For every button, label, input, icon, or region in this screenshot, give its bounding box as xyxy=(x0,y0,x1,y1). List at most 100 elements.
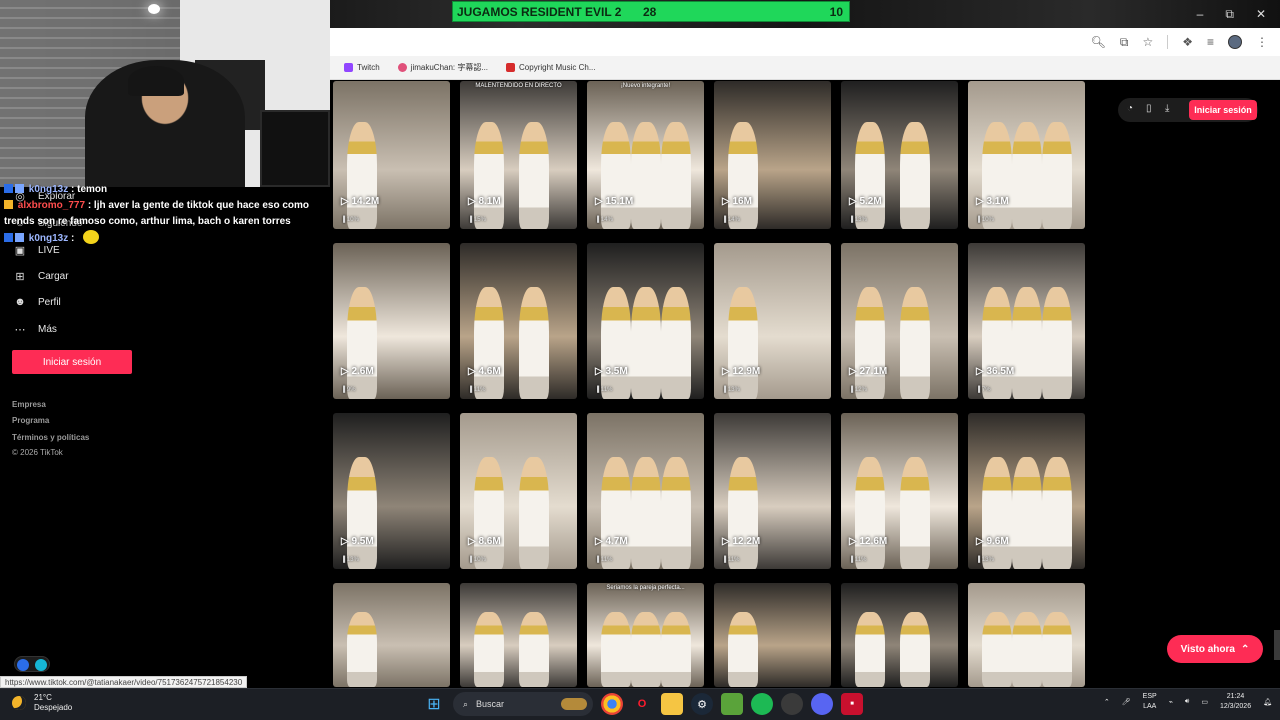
video-tile[interactable]: MALENTENDIDO EN DIRECTO ▷ 8.1M ▐ 15% xyxy=(460,81,577,229)
sidebar-item-label: Perfil xyxy=(38,296,61,308)
stream-widget-toggle[interactable] xyxy=(14,656,50,672)
gauge-icon[interactable]: ◔ xyxy=(1127,103,1133,114)
chat-username: k0ng13z xyxy=(28,233,69,244)
engagement-percent: ▐ 11% xyxy=(468,387,486,393)
person-figure xyxy=(900,612,930,687)
taskbar-search[interactable]: ⌕ Buscar xyxy=(453,692,593,716)
video-tile[interactable] xyxy=(333,583,450,687)
weather-widget[interactable]: 21°C Despejado xyxy=(12,693,72,713)
monitor xyxy=(260,110,330,187)
video-grid: ▷ 14.2M ▐ 10% MALENTENDIDO EN DIRECTO ▷ 8.1… xyxy=(333,81,1093,687)
sidebar-item-perfil[interactable]: ☻ Perfil xyxy=(14,296,61,308)
download-icon[interactable]: ⤓ xyxy=(1165,103,1169,114)
video-tile[interactable]: ▷ 27.1M ▐ 12% xyxy=(841,243,958,399)
close-button[interactable]: ✕ xyxy=(1256,7,1266,21)
notification-bell-icon[interactable]: 🔔︎ xyxy=(1263,698,1272,706)
bookmark-label: Copyright Music Ch... xyxy=(519,63,596,72)
video-tile[interactable]: ▷ 9.6M ▐ 13% xyxy=(968,413,1085,569)
reading-list-icon[interactable]: ≡ xyxy=(1207,35,1214,49)
wifi-icon[interactable]: ⌁ xyxy=(1169,698,1173,706)
install-app-icon[interactable]: ⧉ xyxy=(1120,35,1129,50)
header-login-button[interactable]: Iniciar sesión xyxy=(1189,100,1257,120)
video-tile[interactable] xyxy=(841,583,958,687)
engagement-percent: ▐ 10% xyxy=(468,557,486,563)
battery-icon[interactable]: ▭ xyxy=(1201,698,1208,706)
phone-icon[interactable]: ▯ xyxy=(1146,103,1152,114)
language-indicator[interactable]: ESP LAA xyxy=(1143,692,1157,712)
minimize-button[interactable]: – xyxy=(1197,7,1204,21)
video-tile[interactable] xyxy=(460,583,577,687)
person-figure xyxy=(631,612,661,687)
view-count: ▷ 15.1M xyxy=(595,196,633,207)
sidebar-item-cargar[interactable]: ⊞ Cargar xyxy=(14,270,68,283)
video-tile[interactable]: ▷ 2.6M ▐ 9% xyxy=(333,243,450,399)
footer-link-programa[interactable]: Programa xyxy=(12,416,49,425)
play-icon: ▷ xyxy=(976,366,987,377)
view-count-value: 9.5M xyxy=(351,536,374,547)
video-tile[interactable]: ▷ 12.2M ▐ 11% xyxy=(714,413,831,569)
play-icon: ▷ xyxy=(722,366,733,377)
status-url: https://www.tiktok.com/@tatianakaer/vide… xyxy=(0,676,248,688)
minecraft-icon[interactable] xyxy=(721,693,743,715)
play-icon: ▷ xyxy=(468,536,479,547)
footer-link-empresa[interactable]: Empresa xyxy=(12,400,46,409)
video-tile[interactable]: ▷ 12.9M ▐ 13% xyxy=(714,243,831,399)
bookmark-star-icon[interactable]: ☆ xyxy=(1142,35,1153,49)
video-tile[interactable] xyxy=(968,583,1085,687)
system-tray: ⌃ 🎤︎ ESP LAA ⌁ 🔊︎ ▭ 21:24 12/3/2026 🔔︎ xyxy=(1104,692,1272,712)
tray-chevron-icon[interactable]: ⌃ xyxy=(1104,698,1110,706)
video-tile[interactable]: ▷ 14.2M ▐ 10% xyxy=(333,81,450,229)
video-tile[interactable]: ▷ 8.6M ▐ 10% xyxy=(460,413,577,569)
file-explorer-icon[interactable] xyxy=(661,693,683,715)
maximize-button[interactable]: ⧉ xyxy=(1225,7,1234,22)
profile-avatar[interactable] xyxy=(1228,35,1242,49)
bookmark-twitch[interactable]: Twitch xyxy=(344,63,380,72)
person-figure xyxy=(1012,612,1042,687)
discord-icon[interactable] xyxy=(811,693,833,715)
video-tile[interactable]: ▷ 16M ▐ 14% xyxy=(714,81,831,229)
play-icon: ▷ xyxy=(595,196,606,207)
steam-icon[interactable]: ⚙ xyxy=(691,693,713,715)
person-figure xyxy=(347,286,377,399)
video-tile[interactable]: ▷ 12.6M ▐ 11% xyxy=(841,413,958,569)
video-tile[interactable]: ▷ 4.7M ▐ 11% xyxy=(587,413,704,569)
person-figure xyxy=(661,612,691,687)
sidebar-item-mas[interactable]: ⋯ Más xyxy=(14,323,57,336)
bookmark-jimakuchan[interactable]: jimakuChan: 字幕認... xyxy=(397,62,488,73)
video-tile[interactable]: ¡Nuevo integrante! ▷ 15.1M ▐ 14% xyxy=(587,81,704,229)
person-figure xyxy=(1042,456,1072,569)
volume-icon[interactable]: 🔊︎ xyxy=(1185,698,1189,706)
video-tile[interactable]: ▷ 36.5M ▐ 7% xyxy=(968,243,1085,399)
bookmark-copyright-music[interactable]: Copyright Music Ch... xyxy=(506,63,596,72)
video-tile[interactable]: ▷ 5.2M ▐ 13% xyxy=(841,81,958,229)
spotify-icon[interactable] xyxy=(751,693,773,715)
clock[interactable]: 21:24 12/3/2026 xyxy=(1220,692,1251,712)
view-count-value: 12.9M xyxy=(732,366,761,377)
sidebar-login-button[interactable]: Iniciar sesión xyxy=(12,350,132,374)
view-count-value: 4.7M xyxy=(605,536,628,547)
browser-menu-icon[interactable]: ⋮ xyxy=(1256,35,1268,49)
video-tile[interactable]: Seriamos la pareja perfecta... xyxy=(587,583,704,687)
voicemod-icon[interactable]: ■ xyxy=(841,693,863,715)
video-tile[interactable]: ▷ 3.1M ▐ 10% xyxy=(968,81,1085,229)
scrollbar-thumb[interactable] xyxy=(1274,630,1280,660)
video-tile[interactable]: ▷ 4.6M ▐ 11% xyxy=(460,243,577,399)
video-tile[interactable]: ▷ 3.5M ▐ 11% xyxy=(587,243,704,399)
opera-icon[interactable]: O xyxy=(631,693,653,715)
zoom-icon[interactable]: 🔍︎ xyxy=(1091,35,1106,49)
microphone-icon[interactable]: 🎤︎ xyxy=(1122,698,1131,706)
engagement-percent-value: 13% xyxy=(727,387,740,393)
video-tile[interactable]: ▷ 9.5M ▐ 13% xyxy=(333,413,450,569)
chrome-icon[interactable] xyxy=(601,693,623,715)
extensions-icon[interactable]: ❖ xyxy=(1182,35,1193,49)
video-tile[interactable] xyxy=(714,583,831,687)
stream-chat: k0ng13z : temon alxbromo_777 : ljh aver … xyxy=(4,182,324,247)
windows-start-icon[interactable]: ⊞ xyxy=(423,693,445,715)
obs-icon[interactable] xyxy=(781,693,803,715)
watch-now-button[interactable]: Visto ahora ⌃ xyxy=(1167,635,1263,663)
view-count-value: 15.1M xyxy=(605,196,634,207)
footer-link-terminos[interactable]: Términos y políticas xyxy=(12,433,89,442)
play-icon: ▷ xyxy=(341,536,352,547)
jimakuchan-icon xyxy=(397,63,407,72)
taskbar-search-label: Buscar xyxy=(476,699,505,709)
